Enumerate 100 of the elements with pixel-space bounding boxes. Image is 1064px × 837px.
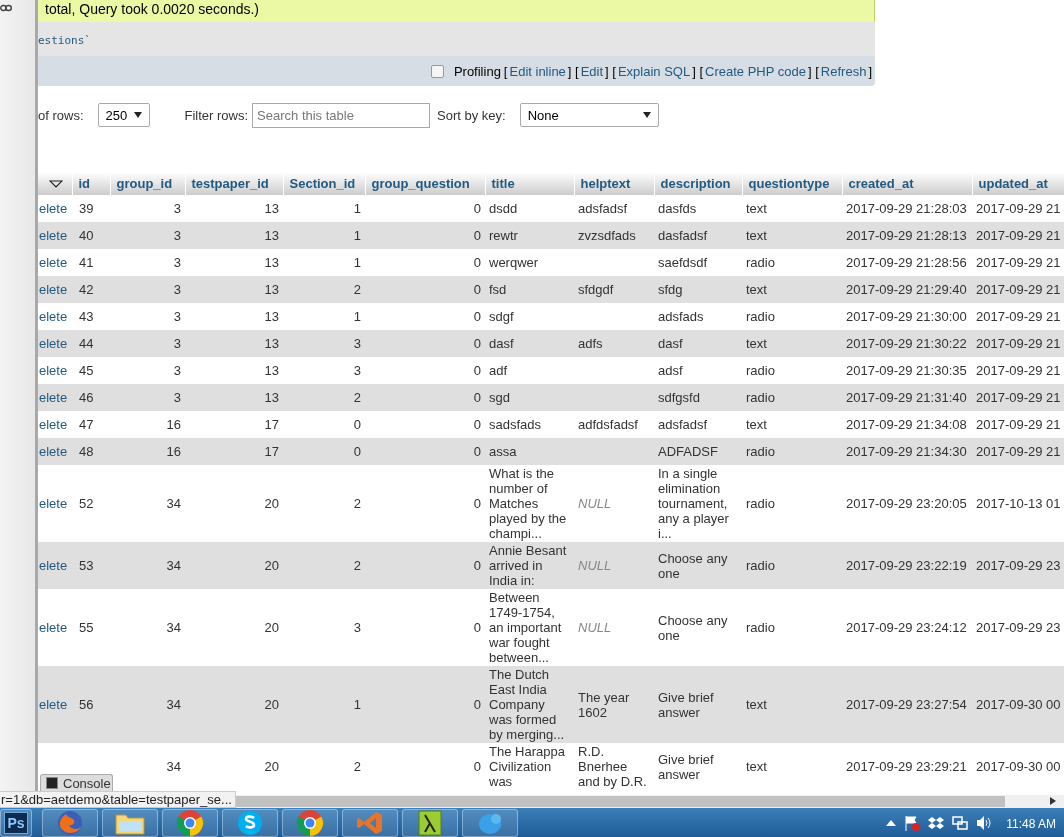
network-icon[interactable] xyxy=(952,814,969,831)
table-cell: 2017-09-29 23:29:21 xyxy=(846,759,967,774)
bracket-text: [ xyxy=(503,63,508,79)
sort-arrow-icon[interactable] xyxy=(48,180,63,188)
table-cell: 2017-09-29 21:30:00 xyxy=(846,309,967,324)
toolbar-link[interactable]: Edit xyxy=(580,63,604,79)
column-header[interactable]: updated_at xyxy=(972,172,1064,195)
column-header[interactable]: helptext xyxy=(574,172,654,195)
taskbar-button[interactable] xyxy=(222,808,278,837)
table-cell: 43 xyxy=(79,309,94,324)
toolbar-link[interactable]: Edit inline xyxy=(509,63,566,79)
table-cell: The Dutch East India Company was formed by merging... xyxy=(489,667,565,742)
column-header[interactable]: group_question xyxy=(365,172,485,195)
table-cell: 17 xyxy=(264,444,279,459)
table-cell: sfdg xyxy=(658,282,683,297)
toolbar-link[interactable]: Create PHP code xyxy=(705,63,806,79)
table-cell: zvzsdfads xyxy=(578,228,636,243)
table-cell: The Harappa Civilization was xyxy=(489,744,565,789)
table-cell: 34 xyxy=(166,759,181,774)
table-cell: 0 xyxy=(473,417,481,432)
sort-dropdown[interactable]: None xyxy=(519,103,659,127)
table-cell: 2 xyxy=(353,558,361,573)
console-tab[interactable]: Console xyxy=(40,774,113,791)
column-header[interactable]: id xyxy=(72,172,110,195)
table-cell: radio xyxy=(746,255,775,270)
rows-dropdown[interactable]: 250 xyxy=(97,103,150,127)
taskbar-button[interactable] xyxy=(402,808,458,837)
delete-link[interactable]: elete xyxy=(39,417,68,432)
table-cell: 2017-09-29 21:31:40 xyxy=(846,390,967,405)
table-cell: adfdsfadsf xyxy=(578,417,638,432)
table-cell: 3 xyxy=(173,201,181,216)
console-icon xyxy=(46,777,58,789)
table-cell: sdfgsfd xyxy=(658,390,700,405)
delete-link[interactable]: elete xyxy=(39,363,68,378)
table-cell: dsdd xyxy=(489,201,518,216)
table-cell: 0 xyxy=(473,255,481,270)
table-cell: The year 1602 xyxy=(578,689,630,720)
flag-icon[interactable] xyxy=(904,814,921,831)
table-cell: 3 xyxy=(353,336,361,351)
table-cell: radio xyxy=(746,620,775,635)
table-cell: dasf xyxy=(489,336,514,351)
column-header[interactable]: questiontype xyxy=(742,172,842,195)
table-cell: 3 xyxy=(173,336,181,351)
table-cell: text xyxy=(746,201,767,216)
table-cell: sgd xyxy=(489,390,510,405)
delete-link[interactable]: elete xyxy=(39,620,68,635)
toolbar-link[interactable]: Refresh xyxy=(820,63,867,79)
taskbar-button[interactable] xyxy=(102,808,158,837)
table-cell: radio xyxy=(746,444,775,459)
table-cell: 2017-09-29 21:34:30 xyxy=(846,444,967,459)
column-header[interactable]: Section_id xyxy=(283,172,365,195)
table-cell: 3 xyxy=(173,282,181,297)
delete-link[interactable]: elete xyxy=(39,496,68,511)
column-header[interactable]: group_id xyxy=(110,172,185,195)
table-cell: 2017-09-29 23 xyxy=(976,558,1061,573)
search-field[interactable]: Search this table xyxy=(252,102,431,128)
table-cell: ADFADSF xyxy=(658,444,718,459)
volume-icon[interactable] xyxy=(976,814,993,831)
dropbox-icon[interactable] xyxy=(928,815,945,830)
column-header[interactable]: testpaper_id xyxy=(185,172,283,195)
code-editor-icon xyxy=(356,810,384,835)
table-cell: In a single elimination tournament, any a player i... xyxy=(658,466,729,541)
table-cell: 13 xyxy=(264,390,279,405)
link-icon[interactable] xyxy=(0,4,12,12)
taskbar-button[interactable] xyxy=(162,808,218,837)
toolbar-link[interactable]: Explain SQL xyxy=(617,63,691,79)
table-cell: 0 xyxy=(473,620,481,635)
clock-time[interactable]: 11:48 AM xyxy=(1006,817,1056,831)
table-cell: 0 xyxy=(473,201,481,216)
column-header[interactable] xyxy=(38,172,72,195)
s-icon xyxy=(236,808,264,837)
table-cell: NULL xyxy=(578,558,612,573)
delete-link[interactable]: elete xyxy=(39,201,68,216)
table-cell: 2017-09-29 21:29:40 xyxy=(846,282,967,297)
delete-link[interactable]: elete xyxy=(39,255,68,270)
table-cell: Annie Besant arrived in India in: xyxy=(489,543,567,588)
table-cell: 46 xyxy=(79,390,94,405)
delete-link[interactable]: elete xyxy=(39,697,68,712)
table-cell: 1 xyxy=(353,309,361,324)
column-header[interactable]: title xyxy=(485,172,574,195)
bracket-text: ] xyxy=(868,63,872,79)
taskbar-button[interactable] xyxy=(282,808,338,837)
table-cell: adsfadsf xyxy=(658,417,708,432)
profiling-checkbox[interactable] xyxy=(430,64,444,78)
column-header[interactable]: description xyxy=(654,172,742,195)
delete-link[interactable]: elete xyxy=(39,309,68,324)
table-cell: adsfadsf xyxy=(578,201,628,216)
table-cell: 2017-09-29 21:34:08 xyxy=(846,417,967,432)
column-header[interactable]: created_at xyxy=(842,172,972,195)
table-cell: 17 xyxy=(264,417,279,432)
table-cell: NULL xyxy=(578,496,612,511)
up-arrow-icon[interactable] xyxy=(886,819,897,826)
table-cell: 44 xyxy=(79,336,94,351)
table-cell: 3 xyxy=(173,255,181,270)
filter-label: Filter rows: xyxy=(184,107,249,123)
table-cell: Choose any one xyxy=(658,612,728,643)
table-cell: sdgf xyxy=(489,309,514,324)
right-arrow-icon[interactable] xyxy=(1050,797,1056,805)
table-cell: 13 xyxy=(264,255,279,270)
table-cell: 2017-09-29 23:24:12 xyxy=(846,620,967,635)
